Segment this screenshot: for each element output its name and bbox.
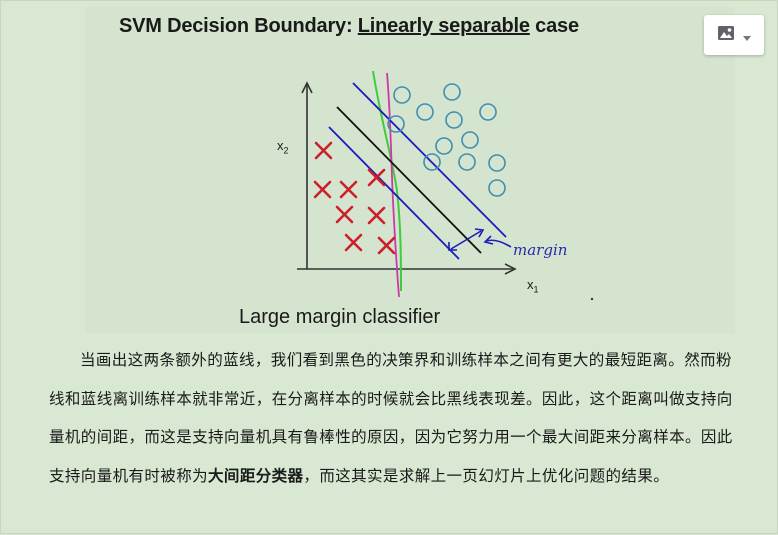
paragraph-text-2: ，而这其实是求解上一页幻灯片上优化问题的结果。 [303,466,670,485]
stray-dot [590,297,594,301]
x1-axis-label: x1 [527,277,539,295]
image-options-button[interactable] [704,15,764,55]
decision-boundary-line [336,106,482,254]
cross-mark [313,180,332,199]
slide-caption: Large margin classifier [239,306,441,328]
cross-mark [344,233,363,252]
circle-mark [479,103,497,121]
x2-axis-label: x2 [277,138,289,156]
pink-line [386,72,400,298]
cross-mark [314,141,333,160]
circle-mark [445,111,463,129]
circle-mark [458,153,476,171]
cross-mark [335,205,354,224]
circle-mark [488,154,506,172]
circle-mark [461,131,479,149]
cross-mark [367,206,386,225]
circle-mark [393,86,411,104]
bold-term: 大间距分类器 [208,466,304,485]
positive-samples [387,83,506,197]
margin-label: margin [513,241,568,259]
document-page: SVM Decision Boundary: Linearly separabl… [0,0,778,534]
paragraph-text-1: 当画出这两条额外的蓝线，我们看到黑色的决策界和训练样本之间有更大的最短距离。然而… [49,351,733,485]
circle-mark [443,83,461,101]
circle-mark [488,179,506,197]
margin-arrow [450,230,482,250]
caret-down-icon [743,26,751,45]
circle-mark [435,137,453,155]
negative-samples [313,141,396,255]
circle-mark [416,103,434,121]
image-icon [717,25,735,45]
body-paragraph: 当画出这两条额外的蓝线，我们看到黑色的决策界和训练样本之间有更大的最短距离。然而… [49,341,741,495]
cross-mark [339,180,358,199]
cross-mark [367,168,386,187]
cross-mark [377,236,396,255]
